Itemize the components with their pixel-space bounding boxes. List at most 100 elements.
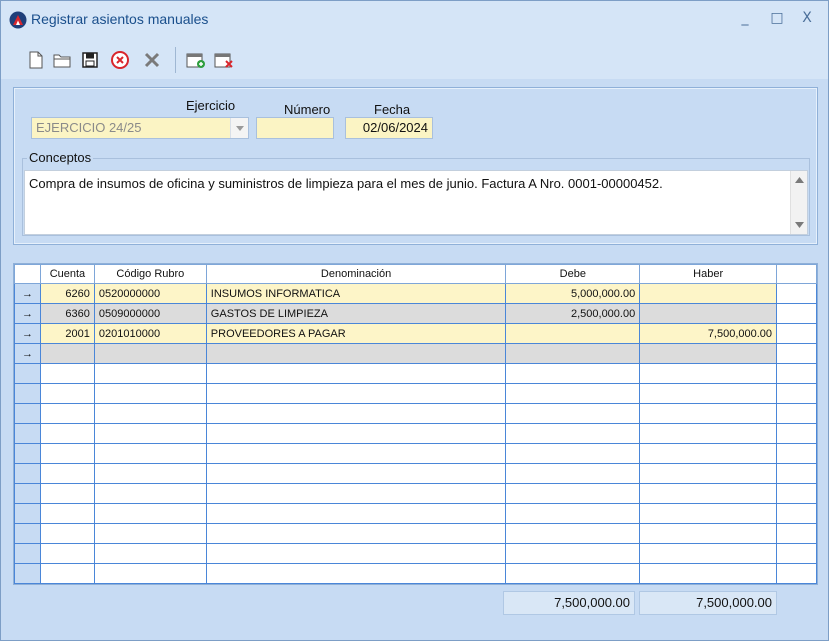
table-row-empty[interactable]	[14, 423, 817, 444]
maximize-button[interactable]: □	[767, 9, 787, 27]
save-icon[interactable]	[79, 49, 101, 71]
empty-cell[interactable]	[639, 463, 778, 484]
empty-cell[interactable]	[39, 363, 95, 384]
empty-cell[interactable]	[39, 383, 95, 404]
table-row-empty[interactable]	[14, 543, 817, 564]
empty-cell[interactable]	[93, 383, 207, 404]
empty-cell[interactable]	[776, 483, 817, 504]
empty-cell[interactable]	[776, 423, 817, 444]
empty-cell[interactable]	[776, 463, 817, 484]
empty-cell[interactable]	[205, 443, 507, 464]
table-row[interactable]: → 6360 0509000000 GASTOS DE LIMPIEZA 2,500,0…	[14, 303, 817, 324]
empty-cell[interactable]	[93, 543, 207, 564]
cell-cuenta[interactable]: 2001	[39, 323, 95, 344]
cell-haber[interactable]	[639, 343, 778, 364]
table-row[interactable]: → 2001 0201010000 PROVEEDORES A PAGAR 7,500,…	[14, 323, 817, 344]
chevron-down-icon[interactable]	[230, 118, 248, 138]
empty-cell[interactable]	[505, 483, 641, 504]
cell-codigo-rubro[interactable]	[93, 343, 207, 364]
empty-cell[interactable]	[505, 383, 641, 404]
empty-cell[interactable]	[93, 503, 207, 524]
empty-cell[interactable]	[39, 463, 95, 484]
scroll-down-icon[interactable]	[795, 222, 804, 228]
empty-cell[interactable]	[205, 363, 507, 384]
cell-denominacion[interactable]	[205, 343, 507, 364]
row-selector[interactable]	[14, 543, 41, 564]
cancel-circle-icon[interactable]	[109, 49, 131, 71]
cell-denominacion[interactable]: GASTOS DE LIMPIEZA	[205, 303, 507, 324]
table-row-empty[interactable]	[14, 363, 817, 384]
row-selector[interactable]	[14, 423, 41, 444]
open-folder-icon[interactable]	[51, 49, 73, 71]
empty-cell[interactable]	[776, 443, 817, 464]
empty-cell[interactable]	[505, 363, 641, 384]
empty-cell[interactable]	[639, 383, 778, 404]
conceptos-textarea[interactable]: Compra de insumos de oficina y suministr…	[24, 170, 808, 235]
close-button[interactable]: X	[797, 9, 817, 27]
cell-debe[interactable]: 2,500,000.00	[505, 303, 641, 324]
empty-cell[interactable]	[205, 463, 507, 484]
empty-cell[interactable]	[93, 423, 207, 444]
empty-cell[interactable]	[205, 543, 507, 564]
empty-cell[interactable]	[776, 563, 817, 584]
empty-cell[interactable]	[39, 543, 95, 564]
empty-cell[interactable]	[776, 363, 817, 384]
fecha-field[interactable]: 02/06/2024	[345, 117, 433, 139]
cell-debe[interactable]: 5,000,000.00	[505, 283, 641, 304]
empty-cell[interactable]	[505, 503, 641, 524]
cell-denominacion[interactable]: PROVEEDORES A PAGAR	[205, 323, 507, 344]
empty-cell[interactable]	[639, 483, 778, 504]
empty-cell[interactable]	[505, 403, 641, 424]
row-selector[interactable]	[14, 403, 41, 424]
new-document-icon[interactable]	[25, 49, 47, 71]
row-selector[interactable]	[14, 363, 41, 384]
empty-cell[interactable]	[639, 503, 778, 524]
empty-cell[interactable]	[505, 523, 641, 544]
cell-extra[interactable]	[776, 303, 817, 324]
row-selector[interactable]	[14, 463, 41, 484]
empty-cell[interactable]	[205, 563, 507, 584]
empty-cell[interactable]	[776, 403, 817, 424]
remove-calendar-icon[interactable]	[213, 49, 235, 71]
cell-haber[interactable]	[639, 283, 778, 304]
table-row-empty[interactable]	[14, 483, 817, 504]
table-row[interactable]: → 6260 0520000000 INSUMOS INFORMATICA 5,000,…	[14, 283, 817, 304]
empty-cell[interactable]	[639, 443, 778, 464]
cell-extra[interactable]	[776, 323, 817, 344]
minimize-button[interactable]: _	[735, 9, 755, 27]
empty-cell[interactable]	[93, 563, 207, 584]
scroll-up-icon[interactable]	[795, 177, 804, 183]
empty-cell[interactable]	[639, 403, 778, 424]
conceptos-scrollbar[interactable]	[790, 171, 807, 234]
table-row-empty[interactable]	[14, 383, 817, 404]
empty-cell[interactable]	[93, 363, 207, 384]
cell-codigo-rubro[interactable]: 0509000000	[93, 303, 207, 324]
empty-cell[interactable]	[505, 443, 641, 464]
empty-cell[interactable]	[776, 523, 817, 544]
empty-cell[interactable]	[639, 523, 778, 544]
cell-codigo-rubro[interactable]: 0201010000	[93, 323, 207, 344]
cell-haber[interactable]: 7,500,000.00	[639, 323, 778, 344]
table-row-empty[interactable]	[14, 563, 817, 584]
empty-cell[interactable]	[93, 403, 207, 424]
empty-cell[interactable]	[205, 383, 507, 404]
row-selector[interactable]	[14, 443, 41, 464]
ejercicio-select[interactable]: EJERCICIO 24/25	[31, 117, 249, 139]
empty-cell[interactable]	[93, 443, 207, 464]
cell-codigo-rubro[interactable]: 0520000000	[93, 283, 207, 304]
empty-cell[interactable]	[776, 503, 817, 524]
cell-cuenta[interactable]: 6260	[39, 283, 95, 304]
empty-cell[interactable]	[505, 543, 641, 564]
empty-cell[interactable]	[93, 463, 207, 484]
table-row-empty[interactable]	[14, 523, 817, 544]
delete-x-icon[interactable]	[141, 49, 163, 71]
empty-cell[interactable]	[639, 563, 778, 584]
numero-field[interactable]	[256, 117, 334, 139]
table-row[interactable]: →	[14, 343, 817, 364]
cell-denominacion[interactable]: INSUMOS INFORMATICA	[205, 283, 507, 304]
empty-cell[interactable]	[205, 483, 507, 504]
row-selector[interactable]	[14, 383, 41, 404]
empty-cell[interactable]	[205, 503, 507, 524]
empty-cell[interactable]	[39, 423, 95, 444]
empty-cell[interactable]	[39, 483, 95, 504]
